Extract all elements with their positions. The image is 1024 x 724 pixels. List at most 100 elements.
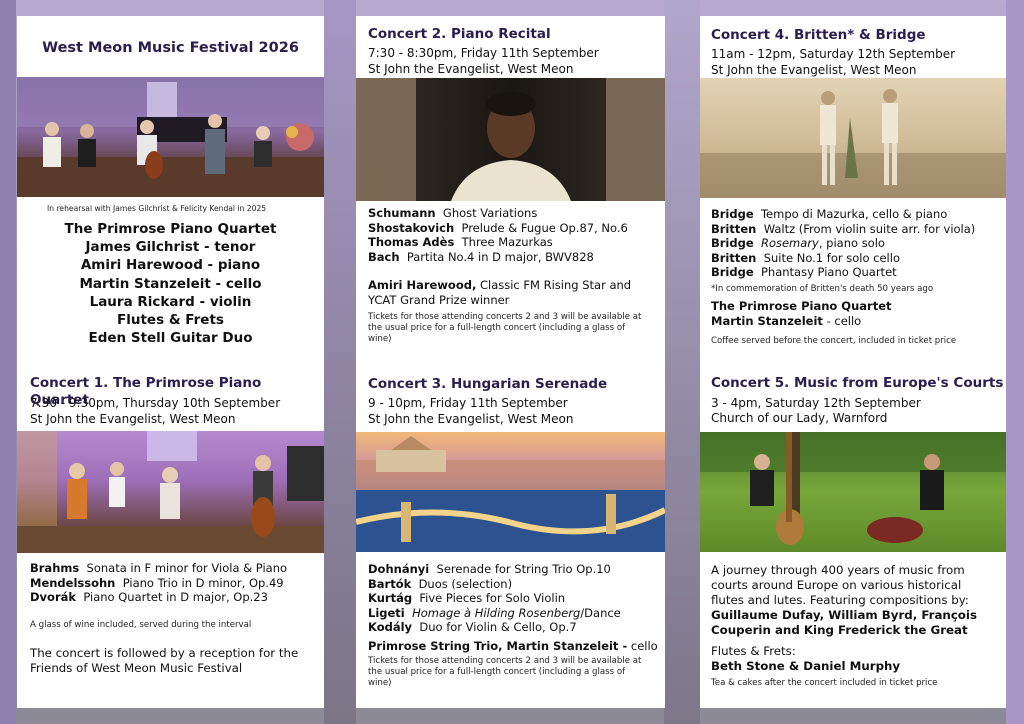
work: Duo for Violin & Cello, Op.7	[419, 620, 577, 634]
work: Piano Quartet in D major, Op.23	[83, 590, 268, 604]
composer: Britten	[711, 250, 757, 265]
concert3-venue: St John the Evangelist, West Meon	[368, 412, 574, 426]
work-italic: Homage à Hilding Rosenberg	[412, 605, 581, 620]
festival-title: West Meon Music Festival 2026	[42, 40, 299, 56]
composer: Brahms	[30, 561, 80, 575]
concert5-tea: Tea & cakes after the concert included i…	[711, 678, 938, 688]
performer-names: Beth Stone & Daniel Murphy	[711, 659, 901, 673]
composer: Bridge	[711, 236, 754, 250]
composer: Ligeti	[368, 605, 405, 620]
work: , piano solo	[818, 236, 885, 250]
work: Waltz (From violin suite arr. for viola)	[763, 221, 976, 236]
panel-concerts-4-5: Concert 4. Britten* & Bridge 11am - 12pm…	[700, 16, 1006, 708]
performer-name: Martin Stanzeleit	[711, 314, 823, 328]
performers-tail: cello	[630, 639, 658, 653]
program-item: Shostakovich Prelude & Fugue Op.87, No.6	[368, 221, 628, 236]
panel-concerts-2-3: Concert 2. Piano Recital 7:30 - 8:30pm, …	[356, 16, 665, 708]
program-item: Britten Suite No.1 for solo cello	[711, 251, 975, 266]
performers-names: Primrose String Trio, Martin Stanzeleit …	[368, 639, 628, 653]
budapest-photo	[356, 432, 665, 552]
background-right	[1006, 0, 1024, 724]
historic-photo-illustration	[700, 89, 1006, 198]
composer-list: Guillaume Dufay, William Byrd, François …	[711, 608, 977, 637]
concert1-program: Brahms Sonata in F minor for Viola & Pia…	[30, 561, 287, 605]
work: Prelude & Fugue Op.87, No.6	[461, 220, 628, 235]
concert4-performer2: Martin Stanzeleit - cello	[711, 314, 861, 329]
concert5-description: A journey through 400 years of music fro…	[711, 563, 969, 607]
rehearsal-caption: In rehearsal with James Gilchrist & Feli…	[47, 204, 267, 213]
concert3-ticket-note: Tickets for those attending concerts 2 a…	[368, 656, 642, 688]
concert2-time: 7:30 - 8:30pm, Friday 11th September	[368, 46, 599, 60]
program-item: Bach Partita No.4 in D major, BWV828	[368, 250, 628, 265]
concert3-time: 9 - 10pm, Friday 11th September	[368, 396, 568, 410]
work-italic: Rosemary	[760, 236, 819, 250]
concert4-coffee: Coffee served before the concert, includ…	[711, 336, 957, 346]
quartet-photo-illustration	[17, 431, 324, 553]
pianist-photo	[356, 78, 665, 201]
composer: Shostakovich	[368, 220, 455, 235]
concert4-program: Bridge Tempo di Mazurka, cello & piano B…	[711, 207, 975, 280]
program-item: Ligeti Homage à Hilding Rosenberg/Dance	[368, 606, 621, 621]
concert1-note: A glass of wine included, served during …	[30, 620, 252, 630]
concert2-ticket-note: Tickets for those attending concerts 2 a…	[368, 312, 642, 344]
concert4-footnote: *In commemoration of Britten's death 50 …	[711, 284, 934, 294]
work: Duos (selection)	[418, 576, 513, 591]
performer-role: - cello	[826, 314, 862, 328]
concert5-title: Concert 5. Music from Europe's Courts	[711, 375, 1004, 391]
concert5-venue: Church of our Lady, Warnford	[711, 411, 888, 425]
work: Serenade for String Trio Op.10	[436, 562, 611, 576]
composer: Bridge	[711, 265, 754, 279]
concert2-performer: Amiri Harewood, Classic FM Rising Star a…	[368, 278, 653, 307]
program-item: Bartók Duos (selection)	[368, 577, 621, 592]
lineup-item: Eden Stell Guitar Duo	[88, 330, 253, 347]
work: Five Pieces for Solo Violin	[419, 591, 566, 605]
work: Sonata in F minor for Viola & Piano	[86, 561, 288, 575]
composer: Thomas Adès	[368, 235, 455, 249]
concert2-title: Concert 2. Piano Recital	[368, 26, 551, 42]
program-item: Schumann Ghost Variations	[368, 206, 628, 221]
composer: Dvorák	[30, 590, 77, 604]
program-item: Bridge Tempo di Mazurka, cello & piano	[711, 207, 975, 222]
program-item: Bridge Phantasy Piano Quartet	[711, 265, 975, 280]
composer: Schumann	[368, 206, 436, 220]
composer: Britten	[711, 221, 757, 236]
composer: Bridge	[711, 207, 754, 221]
work: Suite No.1 for solo cello	[763, 250, 900, 265]
program-item: Kurtág Five Pieces for Solo Violin	[368, 591, 621, 606]
budapest-photo-illustration	[356, 436, 665, 552]
composer: Bach	[368, 249, 400, 264]
performer-name: The Primrose Piano Quartet	[711, 299, 892, 313]
concert5-flutes-names: Beth Stone & Daniel Murphy	[711, 659, 900, 674]
program-item: Brahms Sonata in F minor for Viola & Pia…	[30, 561, 287, 576]
artist-lineup: The Primrose Piano Quartet James Gilchri…	[17, 220, 324, 347]
concert4-venue: St John the Evangelist, West Meon	[711, 63, 917, 77]
work: Piano Trio in D minor, Op.49	[122, 575, 284, 590]
concert2-venue: St John the Evangelist, West Meon	[368, 62, 574, 76]
program-item: Britten Waltz (From violin suite arr. fo…	[711, 222, 975, 237]
composer: Dohnányi	[368, 562, 430, 576]
program-item: Dohnányi Serenade for String Trio Op.10	[368, 562, 621, 577]
composer: Kodály	[368, 620, 413, 634]
concert2-program: Schumann Ghost Variations Shostakovich P…	[368, 206, 628, 264]
flutes-frets-photo	[700, 432, 1006, 552]
work: Phantasy Piano Quartet	[760, 265, 897, 279]
rehearsal-photo-illustration	[17, 77, 324, 197]
background-left	[0, 0, 16, 724]
background-gap-1	[324, 0, 356, 724]
concert3-title: Concert 3. Hungarian Serenade	[368, 376, 608, 392]
concert5-flutes-label: Flutes & Frets:	[711, 644, 796, 658]
performer-name: Amiri Harewood,	[368, 278, 477, 292]
program-item: Kodály Duo for Violin & Cello, Op.7	[368, 620, 621, 635]
concert4-time: 11am - 12pm, Saturday 12th September	[711, 47, 956, 61]
rehearsal-photo	[17, 77, 324, 197]
program-item: Bridge Rosemary, piano solo	[711, 236, 975, 251]
concert5-composers: Guillaume Dufay, William Byrd, François …	[711, 608, 995, 638]
concert1-time: 7:30 - 9:30pm, Thursday 10th September	[30, 396, 281, 410]
flutes-frets-photo-illustration	[700, 432, 1006, 545]
composer: Mendelssohn	[30, 575, 116, 590]
work: Three Mazurkas	[461, 235, 553, 249]
panel-festival-intro: West Meon Music Festival 2026 In rehears…	[17, 16, 324, 708]
concert4-performer1: The Primrose Piano Quartet	[711, 299, 892, 314]
program-item: Mendelssohn Piano Trio in D minor, Op.49	[30, 576, 287, 591]
concert4-title: Concert 4. Britten* & Bridge	[711, 27, 926, 43]
